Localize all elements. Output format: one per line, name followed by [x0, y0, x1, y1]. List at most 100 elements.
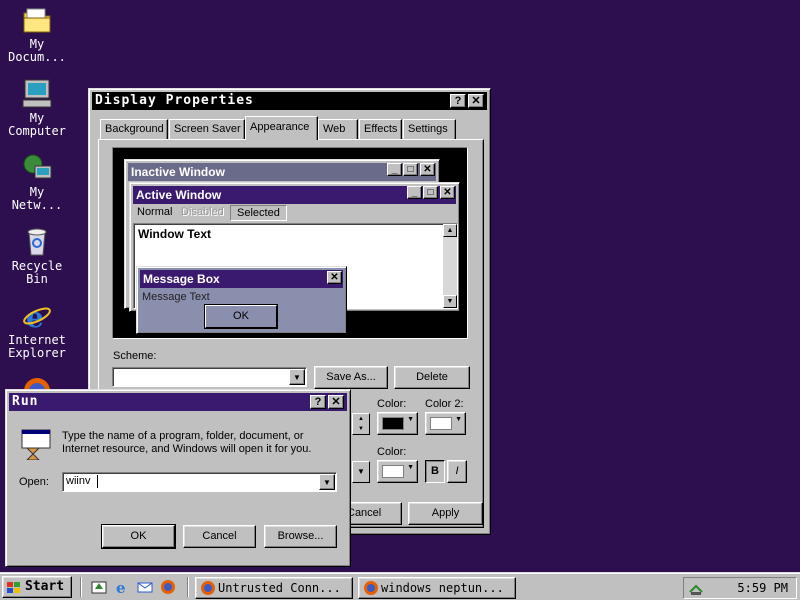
text-caret [97, 475, 98, 488]
tab-effects[interactable]: Effects [359, 119, 402, 139]
color2-label: Color 2: [425, 398, 464, 410]
outlook-express-icon[interactable] [137, 579, 153, 595]
preview-menu-disabled: Disabled [181, 206, 224, 218]
open-input[interactable]: wiinv ▼ [62, 472, 337, 492]
window-title: Run [12, 394, 39, 409]
color2-picker-button[interactable]: ▼ [425, 412, 466, 435]
chevron-down-icon: ▼ [407, 416, 414, 423]
scheme-label: Scheme: [113, 350, 157, 362]
delete-button[interactable]: Delete [394, 366, 470, 389]
italic-toggle[interactable]: I [447, 460, 467, 483]
browse-button[interactable]: Browse... [264, 525, 337, 548]
font-color-label: Color: [377, 446, 407, 458]
scroll-down-icon: ▼ [443, 295, 457, 308]
internet-explorer-icon: e [21, 300, 53, 334]
tab-screen-saver[interactable]: Screen Saver [169, 119, 245, 139]
preview-window-text: Window Text [138, 227, 211, 241]
taskbar-task-windows-neptune[interactable]: windows neptun... [358, 577, 516, 599]
spin-down-icon[interactable]: ▼ [353, 424, 369, 434]
bold-toggle[interactable]: B [425, 460, 445, 483]
color-label: Color: [377, 398, 407, 410]
taskbar: Start e Untrusted Conn... windows neptun… [0, 572, 800, 600]
desktop-icon-label: Netw... [11, 198, 63, 212]
svg-text:e: e [26, 301, 44, 332]
chevron-down-icon[interactable]: ▼ [319, 474, 335, 490]
preview-menu-normal: Normal [137, 206, 173, 218]
run-dialog: Run ? ✕ Type the name of a program, fold… [5, 389, 351, 567]
desktop-shortcut-icon[interactable] [91, 579, 107, 595]
desktop-icon-label: Docum... [8, 50, 66, 64]
desktop-icon-my-network[interactable]: My Netw... [0, 152, 74, 212]
computer-icon [21, 78, 53, 110]
tab-settings[interactable]: Settings [403, 119, 456, 139]
ok-button[interactable]: OK [101, 524, 176, 549]
network-icon [21, 152, 53, 184]
title-bar[interactable]: Run ? ✕ [9, 393, 347, 411]
preview-msgbox-ok: OK [204, 304, 278, 329]
tab-web[interactable]: Web [318, 119, 358, 139]
help-button[interactable]: ? [310, 395, 326, 409]
font-color-picker-button[interactable]: ▼ [377, 460, 418, 483]
close-icon: ✕ [420, 163, 435, 176]
help-button[interactable]: ? [450, 94, 466, 108]
close-icon: ✕ [327, 271, 342, 284]
color-swatch [382, 465, 404, 478]
preview-msgbox-text: Message Text [142, 291, 210, 303]
chevron-down-icon: ▼ [407, 464, 414, 471]
desktop-icon-recycle-bin[interactable]: Recycle Bin [0, 226, 74, 286]
system-tray: 5:59 PM [683, 577, 797, 599]
color-picker-button[interactable]: ▼ [377, 412, 418, 435]
maximize-icon: □ [423, 186, 438, 199]
window-title: Display Properties [95, 93, 254, 108]
desktop-icon-label: Bin [26, 272, 48, 286]
internet-explorer-icon[interactable]: e [114, 579, 130, 597]
desktop-icon-my-computer[interactable]: My Computer [0, 78, 74, 138]
taskbar-task-untrusted-connection[interactable]: Untrusted Conn... [195, 577, 353, 599]
taskbar-separator [80, 577, 82, 597]
minimize-icon: _ [387, 163, 402, 176]
minimize-icon: _ [407, 186, 422, 199]
preview-menu-selected: Selected [230, 205, 287, 221]
firefox-icon [363, 580, 379, 598]
taskbar-separator [187, 577, 189, 597]
chevron-down-icon[interactable]: ▼ [289, 369, 305, 385]
desktop-icon-my-documents[interactable]: My Docum... [0, 4, 74, 64]
cancel-button[interactable]: Cancel [346, 502, 402, 525]
font-size-arrow[interactable]: ▼ [352, 461, 370, 483]
tab-appearance[interactable]: Appearance [245, 116, 318, 140]
color-swatch [382, 417, 404, 430]
open-label: Open: [19, 476, 49, 488]
title-bar[interactable]: Display Properties ? ✕ [92, 92, 487, 110]
spin-up-icon[interactable]: ▲ [353, 414, 369, 424]
close-button[interactable]: ✕ [328, 395, 344, 409]
preview-msgbox-title: Message Box [140, 270, 343, 288]
firefox-icon [200, 580, 216, 598]
tab-background[interactable]: Background [100, 119, 168, 139]
color-swatch [430, 417, 452, 430]
size-spinner[interactable]: ▲ ▼ [352, 413, 370, 435]
start-button[interactable]: Start [2, 576, 72, 598]
chevron-down-icon: ▼ [455, 416, 462, 423]
desktop-icon-label: Explorer [8, 346, 66, 360]
windows-logo-icon [7, 581, 21, 593]
close-button[interactable]: ✕ [468, 94, 484, 108]
close-icon: ✕ [440, 186, 455, 199]
run-program-icon [20, 428, 54, 461]
preview-scrollbar: ▲ ▼ [443, 224, 457, 308]
folder-icon [21, 4, 53, 36]
network-tray-icon[interactable] [688, 580, 704, 599]
scroll-up-icon: ▲ [443, 224, 457, 237]
save-as-button[interactable]: Save As... [314, 366, 388, 389]
preview-message-box[interactable]: Message Box ✕ Message Text OK [136, 266, 347, 334]
run-description: Type the name of a program, folder, docu… [62, 430, 312, 455]
maximize-icon: □ [403, 163, 418, 176]
scheme-select[interactable]: ▼ [112, 367, 307, 387]
cancel-button[interactable]: Cancel [183, 525, 256, 548]
desktop-icon-label: Computer [8, 124, 66, 138]
firefox-icon[interactable] [160, 579, 176, 595]
apply-button[interactable]: Apply [408, 502, 483, 525]
clock[interactable]: 5:59 PM [737, 581, 788, 595]
recycle-bin-icon [21, 226, 53, 258]
svg-text:e: e [116, 579, 126, 595]
desktop-icon-internet-explorer[interactable]: e Internet Explorer [0, 300, 74, 360]
